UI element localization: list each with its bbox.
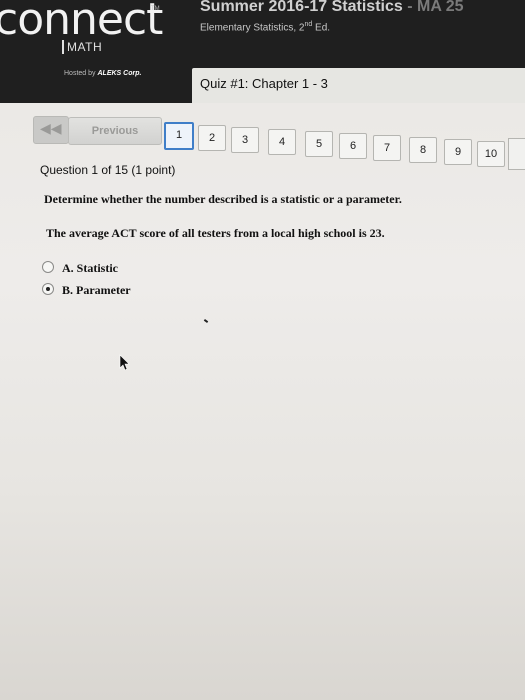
- question-prompt: Determine whether the number described i…: [44, 192, 402, 206]
- option-a[interactable]: A. Statistic: [42, 261, 118, 277]
- hosted-prefix: Hosted by: [64, 70, 96, 77]
- page-button-8[interactable]: 8: [409, 137, 437, 163]
- app-header: connect TM MATH Hosted by ALEKS Corp. Su…: [0, 0, 525, 103]
- page-button-7[interactable]: 7: [373, 135, 401, 161]
- course-title: Summer 2016-17 Statistics - MA 25: [200, 0, 464, 16]
- next-button[interactable]: [508, 138, 525, 170]
- radio-button[interactable]: [42, 261, 54, 273]
- question-header: Question 1 of 15 (1 point): [40, 163, 176, 177]
- quiz-tab: Quiz #1: Chapter 1 - 3: [192, 68, 525, 103]
- textbook-edition-end: Ed.: [312, 22, 331, 34]
- page-button-6[interactable]: 6: [339, 133, 367, 159]
- option-b[interactable]: B. Parameter: [42, 283, 131, 299]
- page-button-5[interactable]: 5: [305, 131, 333, 157]
- course-title-text: Summer 2016-17 Statistics: [200, 0, 403, 15]
- hosted-by: Hosted by ALEKS Corp.: [64, 70, 141, 77]
- course-subtitle: Elementary Statistics, 2nd Ed.: [200, 21, 330, 33]
- quiz-page: connect TM MATH Hosted by ALEKS Corp. Su…: [0, 0, 525, 700]
- hosted-brand: ALEKS Corp.: [97, 70, 142, 77]
- question-statement: The average ACT score of all testers fro…: [46, 226, 385, 240]
- previous-arrow-button[interactable]: ◀◀: [33, 116, 69, 144]
- logo-trademark: TM: [151, 6, 160, 12]
- question-navigation: ◀◀ Previous 1 2 3 4 5 6 7 8 9 10: [0, 112, 525, 170]
- connect-logo: connect: [0, 0, 163, 45]
- screen-speck: [203, 319, 209, 323]
- page-button-2[interactable]: 2: [198, 125, 226, 151]
- previous-button[interactable]: Previous: [68, 117, 162, 145]
- course-code: - MA 25: [407, 0, 464, 15]
- product-label: MATH: [62, 40, 102, 54]
- quiz-title: Quiz #1: Chapter 1 - 3: [200, 76, 328, 91]
- page-button-3[interactable]: 3: [231, 127, 259, 153]
- page-button-1[interactable]: 1: [164, 122, 194, 150]
- mouse-cursor-icon: [119, 354, 130, 371]
- textbook-title: Elementary Statistics, 2: [200, 22, 305, 34]
- page-button-10[interactable]: 10: [477, 141, 505, 167]
- double-left-arrow-icon: ◀◀: [40, 120, 62, 136]
- radio-button[interactable]: [42, 283, 54, 295]
- option-label: A. Statistic: [62, 261, 118, 275]
- option-label: B. Parameter: [62, 283, 131, 297]
- page-button-9[interactable]: 9: [444, 139, 472, 165]
- page-button-4[interactable]: 4: [268, 129, 296, 155]
